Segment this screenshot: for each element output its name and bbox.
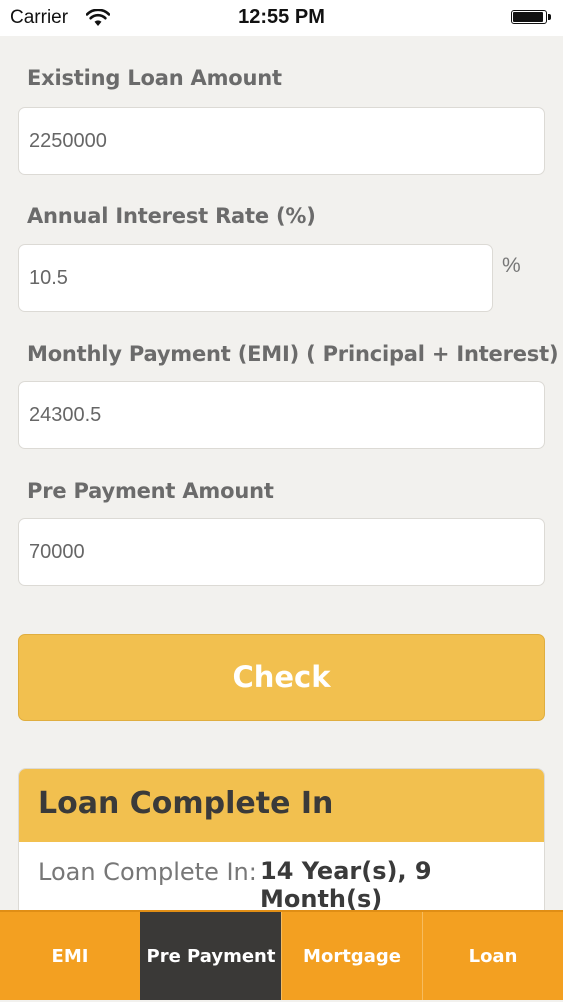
tab-mortgage[interactable]: Mortgage [281, 912, 422, 1000]
result-value: 14 Year(s), 9 Month(s) [260, 857, 432, 913]
result-title: Loan Complete In [38, 786, 334, 821]
emi-input[interactable] [18, 381, 545, 449]
tab-loan[interactable]: Loan [422, 912, 563, 1000]
battery-icon [511, 10, 551, 26]
prepayment-input[interactable] [18, 518, 545, 586]
status-time: 12:55 PM [238, 6, 325, 28]
loan-amount-input[interactable] [18, 107, 545, 175]
result-card: Loan Complete In Loan Complete In: 14 Ye… [18, 768, 545, 928]
tab-emi[interactable]: EMI [0, 912, 140, 1000]
loan-amount-label: Existing Loan Amount [27, 66, 282, 90]
percent-unit-label: % [502, 254, 521, 277]
tab-pre-payment[interactable]: Pre Payment [140, 912, 281, 1000]
interest-rate-input[interactable] [18, 244, 493, 312]
result-label: Loan Complete In: [38, 858, 257, 886]
prepayment-label: Pre Payment Amount [27, 479, 274, 503]
tab-bar: EMI Pre Payment Mortgage Loan [0, 912, 563, 1000]
interest-rate-label: Annual Interest Rate (%) [27, 204, 316, 228]
status-bar: Carrier 12:55 PM [0, 0, 563, 36]
check-button[interactable]: Check [18, 634, 545, 721]
emi-label: Monthly Payment (EMI) ( Principal + Inte… [27, 342, 559, 366]
